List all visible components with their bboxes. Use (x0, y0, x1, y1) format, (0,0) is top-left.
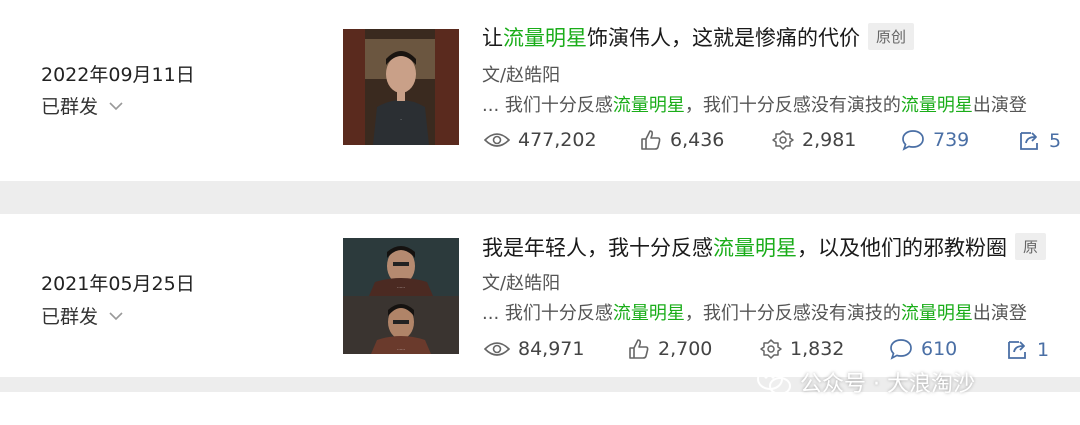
digest-text: ... 我们十分反感 (482, 95, 613, 116)
author: 文/赵皓阳 (482, 65, 561, 86)
svg-text:……: …… (397, 346, 405, 351)
title-highlight: 流量明星 (713, 236, 797, 260)
comments-count: 610 (921, 338, 958, 360)
comment-icon (902, 130, 924, 151)
digest-text: ... 我们十分反感 (482, 303, 613, 324)
share-flower-icon (772, 130, 794, 150)
status-dropdown[interactable]: 已群发 (41, 92, 124, 119)
digest-highlight: 流量明星 (900, 95, 973, 116)
shares-stat[interactable]: 2,981 (772, 129, 856, 151)
thumbs-up-icon (641, 130, 661, 150)
digest-highlight: 流量明星 (612, 95, 685, 116)
status-dropdown[interactable]: 已群发 (41, 302, 124, 329)
chevron-down-icon (109, 101, 123, 110)
views-count: 84,971 (518, 338, 585, 360)
status-label: 已群发 (41, 306, 99, 328)
share-flower-icon (760, 339, 782, 359)
watermark: 公众号 · 大浪淘沙 (756, 366, 975, 398)
likes-count: 2,700 (658, 338, 713, 360)
author: 文/赵皓阳 (482, 273, 561, 294)
digest-text: ，我们十分反感没有演技的 (684, 95, 901, 116)
likes-stat[interactable]: 2,700 (628, 338, 712, 360)
article-card: 2021年05月25日 已群发 …… …… 我是年轻人，我十分反感流量明星，以及… (0, 214, 1080, 377)
digest-highlight: 流量明星 (612, 303, 685, 324)
shares-count: 1,832 (790, 338, 845, 360)
forward-icon (1020, 132, 1038, 150)
article-thumbnail[interactable]: …… …… (343, 238, 459, 354)
title-text: ，以及他们的邪教粉圈 (797, 236, 1007, 260)
article-title-link[interactable]: 让流量明星饰演伟人，这就是惨痛的代价 原创 (482, 22, 915, 52)
views-stat: 477,202 (484, 129, 597, 151)
digest-text: ，我们十分反感没有演技的 (684, 303, 901, 324)
article-thumbnail[interactable]: · (343, 29, 459, 145)
thumbs-up-icon (629, 339, 649, 359)
chevron-down-icon (109, 311, 123, 320)
digest: ... 我们十分反感流量明星，我们十分反感没有演技的流量明星出演登 (482, 91, 1027, 117)
title-text: 饰演伟人，这就是惨痛的代价 (587, 26, 860, 50)
digest: ... 我们十分反感流量明星，我们十分反感没有演技的流量明星出演登 (482, 299, 1027, 325)
views-count: 477,202 (518, 129, 597, 151)
original-badge: 原 (1015, 233, 1047, 260)
likes-stat[interactable]: 6,436 (640, 129, 724, 151)
article-title-link[interactable]: 我是年轻人，我十分反感流量明星，以及他们的邪教粉圈原 (482, 232, 1047, 262)
comments-stat[interactable]: 610 (889, 338, 957, 360)
forward-icon (1008, 341, 1026, 359)
comment-icon (890, 339, 912, 360)
comments-count: 739 (933, 129, 970, 151)
forwards-stat[interactable]: 1 (1005, 338, 1049, 362)
forwards-count: 1 (1037, 339, 1050, 361)
thumbnail-image: …… …… (343, 238, 459, 354)
digest-highlight: 流量明星 (900, 303, 973, 324)
watermark-text: 公众号 · 大浪淘沙 (800, 372, 975, 397)
svg-text:……: …… (397, 284, 405, 289)
digest-text: 出演登 (972, 95, 1027, 116)
publish-date: 2021年05月25日 (41, 273, 195, 295)
forwards-stat[interactable]: 5 (1017, 129, 1061, 153)
digest-text: 出演登 (972, 303, 1027, 324)
publish-date: 2022年09月11日 (41, 64, 195, 86)
thumbnail-image: · (343, 29, 459, 145)
shares-stat[interactable]: 1,832 (760, 338, 844, 360)
status-label: 已群发 (41, 96, 99, 118)
comments-stat[interactable]: 739 (901, 129, 969, 151)
eye-icon (484, 342, 510, 356)
shares-count: 2,981 (802, 129, 857, 151)
article-card: 2022年09月11日 已群发 · 让流量明星饰演伟人，这就是惨痛的代价 原创 文… (0, 0, 1080, 181)
title-highlight: 流量明星 (503, 26, 587, 50)
eye-icon (484, 133, 510, 147)
original-badge: 原创 (868, 23, 915, 50)
views-stat: 84,971 (484, 338, 584, 360)
title-text: 我是年轻人，我十分反感 (482, 236, 713, 260)
likes-count: 6,436 (670, 129, 725, 151)
wechat-icon (757, 368, 791, 395)
title-text: 让 (482, 26, 503, 50)
forwards-count: 5 (1049, 130, 1062, 152)
